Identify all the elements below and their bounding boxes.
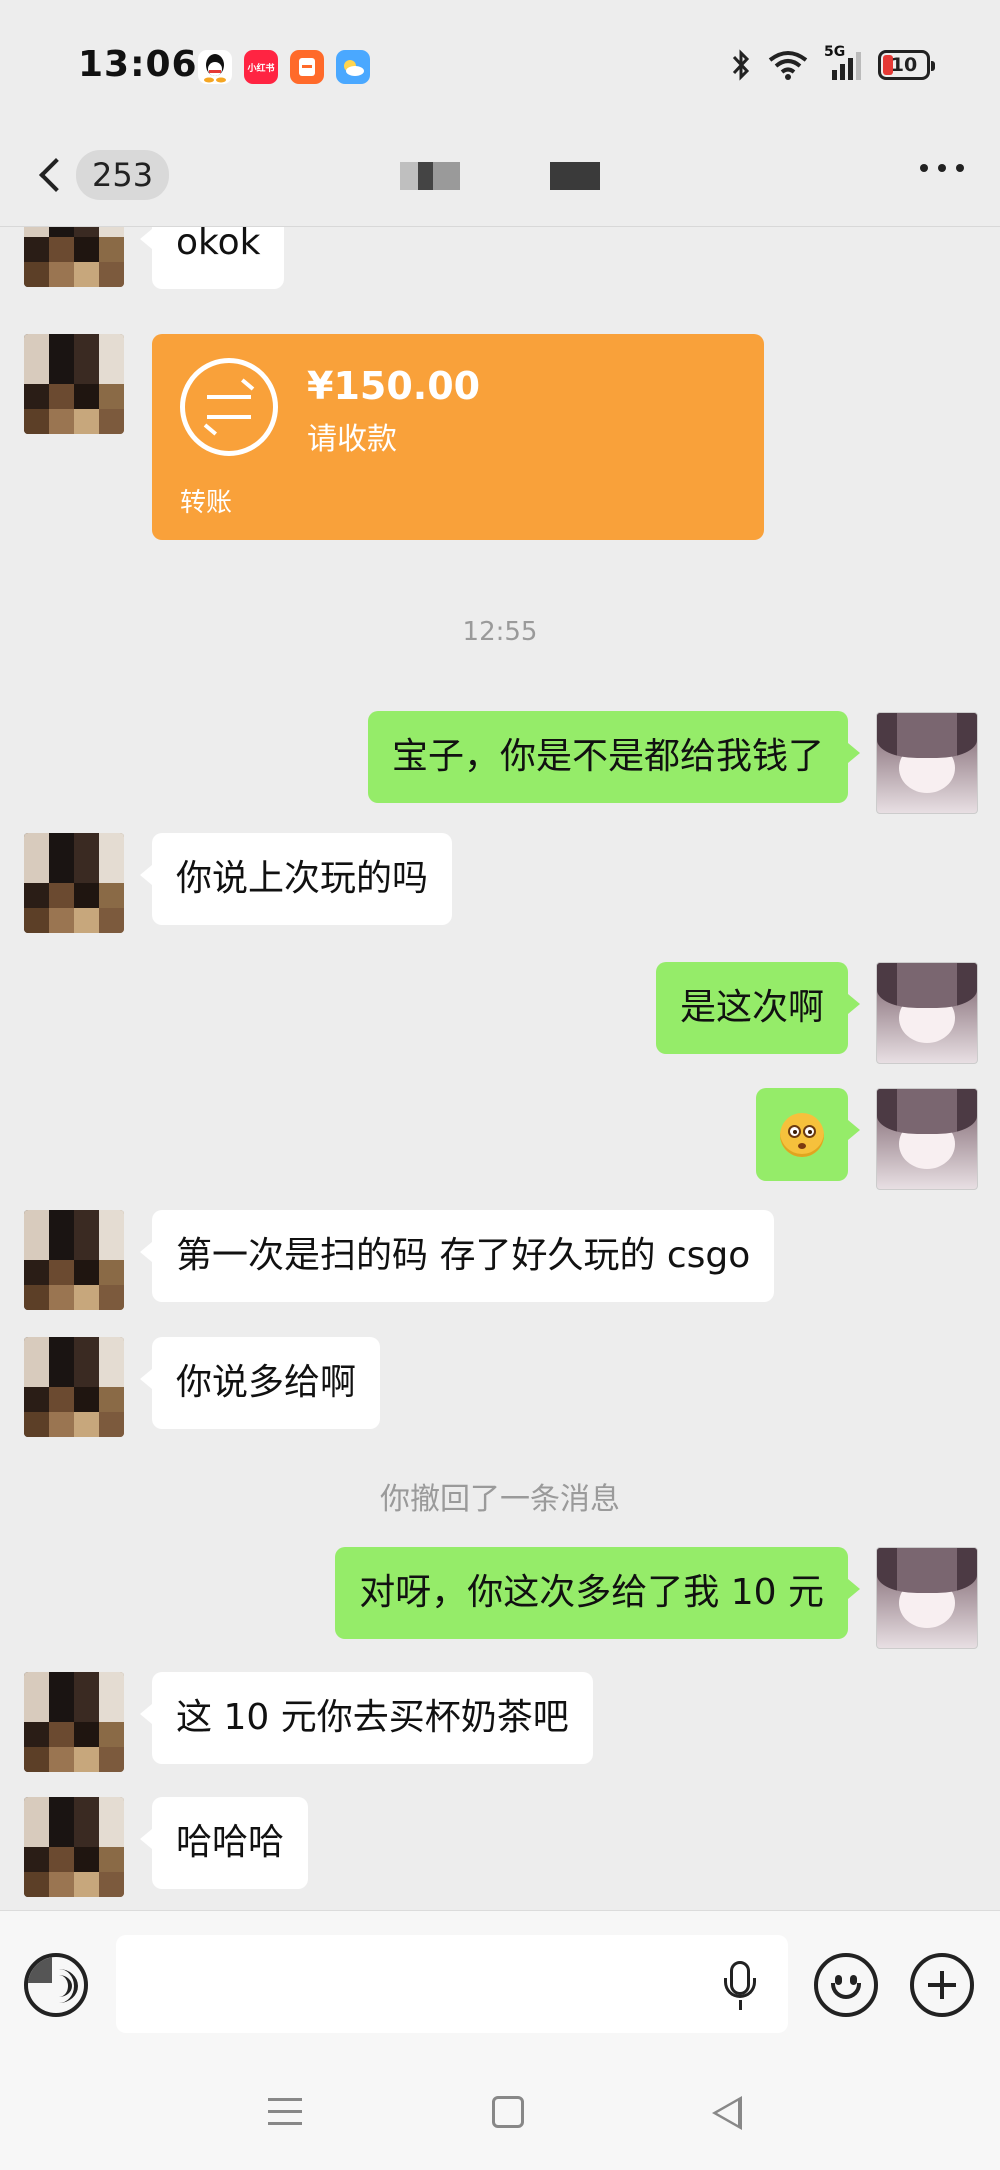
message-text: 你说多给啊 — [176, 1362, 357, 1403]
more-icon — [920, 164, 928, 172]
contact-avatar[interactable] — [24, 334, 124, 434]
chat-title-redacted-2 — [550, 162, 600, 190]
recent-apps-button[interactable] — [268, 2098, 302, 2128]
notification-icons: 小红书 — [198, 50, 370, 84]
chat-header: 253 — [0, 120, 1000, 227]
message-bubble-outgoing[interactable]: 对呀，你这次多给了我 10 元 — [335, 1547, 860, 1639]
system-icons: 5G 10 — [730, 44, 935, 82]
my-avatar[interactable] — [876, 962, 978, 1064]
contact-avatar[interactable] — [24, 227, 124, 287]
message-input[interactable] — [116, 1935, 788, 2033]
transfer-icon — [180, 358, 278, 456]
recall-notice: 你撤回了一条消息 — [380, 1482, 620, 1517]
voice-input-button[interactable] — [24, 1953, 88, 2017]
my-avatar[interactable] — [876, 712, 978, 814]
timestamp: 12:55 — [462, 617, 538, 647]
more-options-button[interactable] — [920, 164, 964, 172]
message-bubble-outgoing[interactable]: 宝子，你是不是都给我钱了 — [367, 711, 861, 803]
message-bubble-incoming[interactable]: 你说多给啊 — [139, 1337, 381, 1429]
status-bar: 13:06 小红书 5G 10 — [0, 0, 1000, 120]
transfer-amount: ¥150.00 — [307, 364, 481, 408]
message-text: 是这次啊 — [679, 987, 824, 1028]
message-bubble-outgoing[interactable]: 是这次啊 — [655, 962, 861, 1054]
message-text: 第一次是扫的码 存了好久玩的 csgo — [176, 1235, 751, 1276]
status-time: 13:06 — [78, 44, 198, 85]
battery-level: 10 — [890, 54, 918, 76]
contact-avatar[interactable] — [24, 1337, 124, 1437]
message-bubble-incoming[interactable]: 你说上次玩的吗 — [139, 833, 453, 925]
message-text: okok — [176, 227, 261, 263]
contact-avatar[interactable] — [24, 1672, 124, 1772]
back-button[interactable]: 253 — [36, 150, 170, 200]
unread-count-badge: 253 — [76, 150, 170, 200]
message-bubble-incoming[interactable]: 这 10 元你去买杯奶茶吧 — [140, 1672, 593, 1764]
qq-icon — [198, 50, 232, 84]
message-bubble-outgoing[interactable] — [756, 1088, 860, 1181]
message-text: 对呀，你这次多给了我 10 元 — [359, 1572, 824, 1613]
my-avatar[interactable] — [876, 1088, 978, 1190]
flushed-face-icon — [780, 1113, 824, 1157]
message-text: 宝子，你是不是都给我钱了 — [391, 736, 824, 777]
system-nav-bar — [0, 2058, 1000, 2170]
more-actions-button[interactable] — [910, 1953, 974, 2017]
contact-avatar[interactable] — [24, 1210, 124, 1310]
chevron-left-icon — [39, 158, 73, 192]
transfer-label: 转账 — [180, 488, 233, 518]
battery-icon: 10 — [878, 50, 935, 80]
input-bar — [0, 1910, 1000, 2059]
chat-title-redacted — [400, 162, 460, 190]
microphone-icon[interactable] — [724, 1961, 756, 2010]
weather-icon — [336, 50, 370, 84]
transfer-status: 请收款 — [307, 422, 397, 457]
wifi-icon — [768, 51, 808, 80]
emoji-button[interactable] — [814, 1953, 878, 2017]
contact-avatar[interactable] — [24, 833, 124, 933]
home-button[interactable] — [492, 2096, 524, 2128]
redpacket-app-icon — [290, 50, 324, 84]
message-bubble-incoming[interactable]: 第一次是扫的码 存了好久玩的 csgo — [139, 1210, 775, 1302]
message-bubble-incoming[interactable]: okok — [139, 227, 285, 289]
back-nav-button[interactable] — [712, 2096, 742, 2130]
contact-avatar[interactable] — [24, 1797, 124, 1897]
message-text: 这 10 元你去买杯奶茶吧 — [176, 1697, 569, 1738]
message-list[interactable]: okok ¥150.00 请收款 转账 12:55 宝子，你是不是都给我钱了 你… — [0, 227, 1000, 1910]
message-text: 哈哈哈 — [176, 1822, 285, 1863]
my-avatar[interactable] — [876, 1547, 978, 1649]
message-bubble-incoming[interactable]: 哈哈哈 — [139, 1797, 309, 1889]
transfer-card[interactable]: ¥150.00 请收款 转账 — [152, 334, 764, 540]
message-text: 你说上次玩的吗 — [176, 858, 429, 899]
xiaohongshu-icon: 小红书 — [244, 50, 278, 84]
bluetooth-icon — [732, 49, 750, 81]
signal-icon: 5G — [824, 44, 864, 82]
